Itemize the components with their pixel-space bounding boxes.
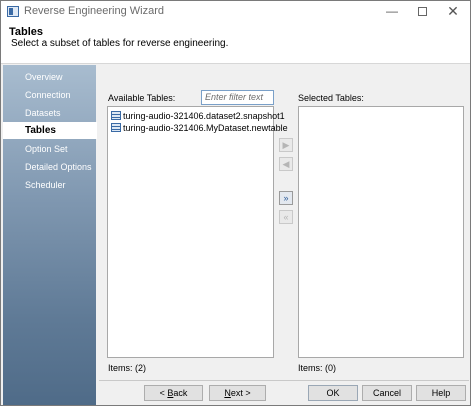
move-all-right-button[interactable]: » — [279, 191, 293, 205]
sidebar-item-connection[interactable]: Connection — [3, 87, 96, 104]
minimize-button[interactable]: — — [377, 1, 407, 23]
wizard-steps-sidebar: Overview Connection Datasets Tables Opti… — [3, 65, 97, 405]
move-right-button[interactable]: ▶ — [279, 138, 293, 152]
sidebar-item-datasets[interactable]: Datasets — [3, 105, 96, 122]
app-icon — [7, 6, 19, 17]
table-icon — [111, 123, 121, 132]
sidebar-item-option-set[interactable]: Option Set — [3, 141, 96, 158]
next-button[interactable]: Next > — [209, 385, 266, 401]
filter-input[interactable]: Enter filter text — [201, 90, 274, 105]
selected-tables-label: Selected Tables: — [298, 93, 364, 103]
selected-tables-list[interactable] — [298, 106, 464, 358]
next-label: ext — [230, 388, 243, 398]
table-name: turing-audio-321406.MyDataset.newtable — [123, 123, 288, 133]
close-button[interactable]: ✕ — [438, 1, 468, 23]
list-item[interactable]: turing-audio-321406.MyDataset.newtable — [111, 122, 288, 134]
back-button[interactable]: < Back — [144, 385, 203, 401]
wizard-window: Reverse Engineering Wizard — ✕ Tables Se… — [0, 0, 471, 406]
footer-divider — [99, 380, 469, 381]
maximize-icon — [417, 7, 427, 17]
sidebar-item-tables[interactable]: Tables — [3, 122, 97, 139]
window-title: Reverse Engineering Wizard — [24, 5, 165, 17]
move-right-icon: ▶ — [282, 140, 290, 150]
help-button[interactable]: Help — [416, 385, 466, 401]
move-all-right-icon: » — [283, 193, 289, 203]
list-item[interactable]: turing-audio-321406.dataset2.snapshot1 — [111, 110, 285, 122]
page-title: Tables — [9, 26, 44, 38]
table-icon — [111, 111, 121, 120]
page-subtitle: Select a subset of tables for reverse en… — [11, 38, 229, 49]
back-label: ack — [173, 388, 188, 398]
cancel-button[interactable]: Cancel — [362, 385, 412, 401]
sidebar-item-scheduler[interactable]: Scheduler — [3, 177, 96, 194]
move-left-button[interactable]: ◀ — [279, 157, 293, 171]
available-tables-label: Available Tables: — [108, 93, 176, 103]
table-name: turing-audio-321406.dataset2.snapshot1 — [123, 111, 285, 121]
ok-button[interactable]: OK — [308, 385, 358, 401]
sidebar-item-detailed-options[interactable]: Detailed Options — [3, 159, 96, 176]
next-arrow: > — [242, 388, 251, 398]
move-all-left-icon: « — [283, 212, 289, 222]
maximize-button[interactable] — [407, 1, 437, 23]
sidebar-item-overview[interactable]: Overview — [3, 69, 96, 86]
available-tables-list[interactable]: turing-audio-321406.dataset2.snapshot1 t… — [107, 106, 288, 358]
page-header: Tables Select a subset of tables for rev… — [1, 23, 470, 64]
selected-count: Items: (0) — [298, 363, 337, 373]
move-left-icon: ◀ — [282, 159, 290, 169]
title-bar: Reverse Engineering Wizard — ✕ — [1, 1, 470, 23]
move-all-left-button[interactable]: « — [279, 210, 293, 224]
available-count: Items: (2) — [108, 363, 147, 373]
